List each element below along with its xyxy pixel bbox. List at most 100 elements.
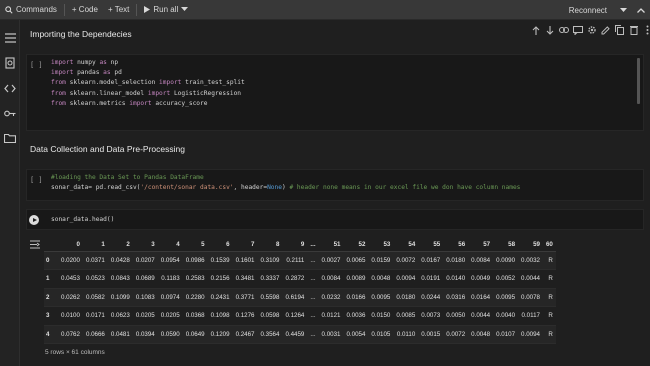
table-cell: 0.2111 <box>282 251 308 270</box>
table-cell: 0.0078 <box>518 288 543 307</box>
arrow-up-icon[interactable] <box>530 25 541 36</box>
cell-code[interactable]: sonar_data.head() <box>51 215 114 225</box>
table-cell: 0.0094 <box>393 269 419 289</box>
table-cell: 0.2280 <box>182 288 208 307</box>
cell-run-indicator[interactable]: [ ] <box>30 61 43 69</box>
add-code-button[interactable]: + Code <box>67 0 103 20</box>
table-cell: 0.1083 <box>132 288 158 307</box>
top-toolbar: Commands + Code + Text Run all Reconnect <box>0 0 650 20</box>
arrow-down-icon[interactable] <box>544 25 555 36</box>
cell-scrollbar[interactable] <box>637 58 640 104</box>
table-cell: 0.0394 <box>132 325 158 344</box>
table-cell: 0.0036 <box>343 306 369 326</box>
index-header <box>44 238 58 252</box>
code-cell-imports[interactable]: [ ] import numpy as np import pandas as … <box>26 54 644 131</box>
table-cell: 0.1539 <box>207 251 233 270</box>
chevron-down-icon <box>620 7 627 12</box>
column-header: 60 <box>542 238 556 252</box>
search-icon[interactable] <box>4 57 16 69</box>
table-cell: 0.0090 <box>493 251 519 270</box>
table-cell: 0.0666 <box>82 325 108 344</box>
table-cell: 0.2583 <box>182 269 208 289</box>
column-header: 4 <box>157 238 183 252</box>
toolbar-divider <box>136 3 138 16</box>
row-index: 2 <box>44 288 58 307</box>
table-cell: ... <box>307 306 319 326</box>
table-cell: 0.1183 <box>157 269 183 289</box>
left-rail <box>0 20 20 366</box>
collapse-toolbar-button[interactable] <box>632 0 650 20</box>
code-cell-load-data[interactable]: [ ] #loading the Data Set to Pandas Data… <box>26 169 644 201</box>
code-icon[interactable] <box>4 82 16 94</box>
table-cell: 0.0105 <box>368 325 394 344</box>
table-cell: 0.0085 <box>393 306 419 326</box>
table-cell: 0.0048 <box>368 269 394 289</box>
add-text-label: + Text <box>107 5 130 14</box>
settings-icon[interactable] <box>586 25 597 36</box>
table-cell: R <box>542 325 556 344</box>
commands-button[interactable]: Commands <box>0 0 62 20</box>
more-icon[interactable] <box>642 25 650 36</box>
output-actions-icon[interactable] <box>30 236 40 254</box>
table-cell: 0.0523 <box>82 269 108 289</box>
table-cell: 0.0191 <box>418 269 444 289</box>
copy-icon[interactable] <box>614 25 625 36</box>
comment-icon[interactable] <box>572 25 583 36</box>
column-header: 51 <box>318 238 344 252</box>
runtime-dropdown[interactable] <box>615 0 632 20</box>
column-header: 57 <box>468 238 494 252</box>
column-header: 1 <box>82 238 108 252</box>
table-cell: 0.0094 <box>518 325 543 344</box>
table-cell: 0.0166 <box>343 288 369 307</box>
column-header: 56 <box>443 238 469 252</box>
table-cell: 0.2467 <box>232 325 258 344</box>
table-cell: ... <box>307 288 319 307</box>
add-text-button[interactable]: + Text <box>103 0 134 20</box>
cell-run-indicator[interactable]: [ ] <box>30 176 43 184</box>
folder-icon[interactable] <box>4 132 16 144</box>
table-cell: 0.0072 <box>443 325 469 344</box>
table-cell: 0.0986 <box>182 251 208 270</box>
table-cell: 0.1098 <box>207 306 233 326</box>
table-cell: 0.0031 <box>318 325 344 344</box>
column-header: 0 <box>58 238 83 252</box>
run-cell-button[interactable] <box>29 215 39 225</box>
cell-code[interactable]: import numpy as np import pandas as pd f… <box>51 58 245 109</box>
cell-code[interactable]: #loading the Data Set to Pandas DataFram… <box>51 173 520 193</box>
table-cell: 0.3337 <box>257 269 283 289</box>
edit-icon[interactable] <box>600 25 611 36</box>
table-cell: R <box>542 251 556 270</box>
delete-icon[interactable] <box>628 25 639 36</box>
chevron-up-icon <box>637 7 645 13</box>
column-header: 9 <box>282 238 308 252</box>
reconnect-label: Reconnect <box>568 5 607 15</box>
table-cell: 0.0180 <box>443 251 469 270</box>
menu-icon[interactable] <box>4 32 16 44</box>
table-cell: 0.0232 <box>318 288 344 307</box>
table-cell: 0.0073 <box>418 306 444 326</box>
table-cell: 0.6194 <box>282 288 308 307</box>
reconnect-button[interactable]: Reconnect <box>561 0 615 20</box>
key-icon[interactable] <box>4 107 16 119</box>
column-header: 54 <box>393 238 419 252</box>
table-cell: 0.2431 <box>207 288 233 307</box>
link-icon[interactable] <box>558 25 569 36</box>
chevron-down-icon[interactable] <box>181 7 189 12</box>
table-cell: 0.0044 <box>518 269 543 289</box>
table-cell: 0.0089 <box>343 269 369 289</box>
table-cell: 0.0032 <box>518 251 543 270</box>
table-cell: 0.0623 <box>107 306 133 326</box>
table-cell: 0.0974 <box>157 288 183 307</box>
table-row: 0 0.0200 0.0371 0.0428 0.0207 0.0954 0.0986 0.1… <box>44 251 556 270</box>
run-all-button[interactable]: Run all <box>139 0 193 20</box>
row-index: 1 <box>44 269 58 289</box>
column-header: 59 <box>518 238 543 252</box>
table-cell: 0.5598 <box>257 288 283 307</box>
table-cell: 0.0481 <box>107 325 133 344</box>
code-cell-head[interactable]: sonar_data.head() <box>26 209 644 230</box>
table-cell: 0.1276 <box>232 306 258 326</box>
table-cell: 0.1099 <box>107 288 133 307</box>
table-cell: 0.0582 <box>82 288 108 307</box>
column-header: 52 <box>343 238 369 252</box>
table-cell: 0.0200 <box>58 251 83 270</box>
